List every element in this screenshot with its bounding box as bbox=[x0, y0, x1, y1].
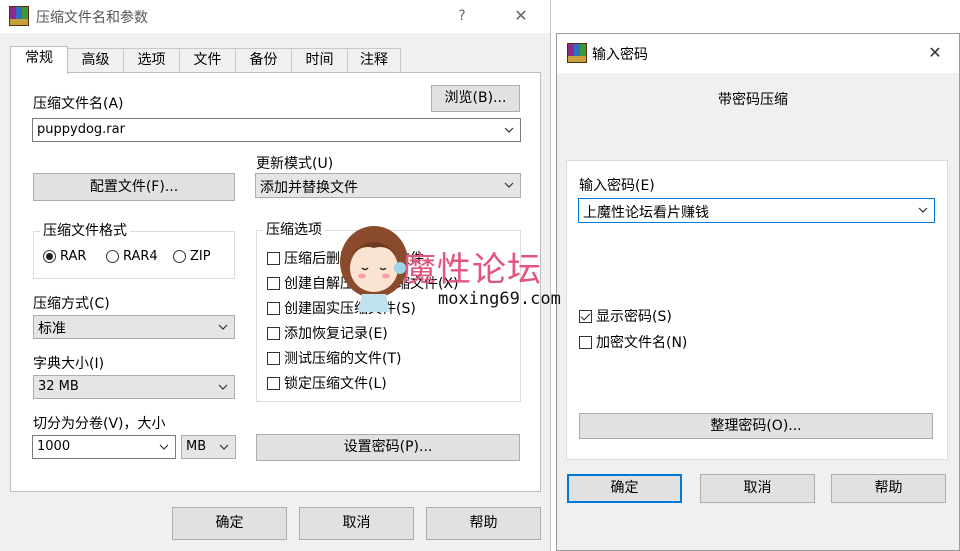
method-value: 标准 bbox=[38, 321, 66, 337]
profiles-button[interactable]: 配置文件(F)... bbox=[33, 173, 235, 201]
password-subtitle: 带密码压缩 bbox=[718, 92, 788, 108]
main-cancel-button[interactable]: 取消 bbox=[299, 507, 414, 540]
archive-options-title: 压缩选项 bbox=[263, 219, 325, 239]
method-label: 压缩方式(C) bbox=[33, 296, 110, 312]
tab-backup[interactable]: 备份 bbox=[235, 48, 292, 73]
radio-zip[interactable]: ZIP bbox=[173, 249, 211, 264]
radio-rar4[interactable]: RAR4 bbox=[106, 249, 158, 264]
checkbox-icon[interactable] bbox=[579, 335, 592, 349]
tab-options[interactable]: 选项 bbox=[123, 48, 180, 73]
radio-unselected-icon[interactable] bbox=[173, 250, 186, 263]
password-ok-button[interactable]: 确定 bbox=[567, 474, 682, 503]
tab-advanced[interactable]: 高级 bbox=[67, 48, 124, 73]
watermark-url: moxing69.com bbox=[438, 289, 561, 309]
checkbox-icon[interactable] bbox=[267, 351, 280, 365]
checkbox-icon[interactable] bbox=[267, 251, 280, 265]
main-ok-button[interactable]: 确定 bbox=[172, 507, 287, 540]
close-icon[interactable]: ✕ bbox=[922, 42, 948, 64]
help-icon[interactable]: ? bbox=[449, 5, 475, 27]
update-mode-label: 更新模式(U) bbox=[256, 156, 334, 172]
watermark-text: 魔性论坛 bbox=[402, 250, 542, 290]
checkbox-checked-icon[interactable] bbox=[579, 309, 592, 323]
chevron-down-icon[interactable] bbox=[216, 436, 232, 457]
checkbox-icon[interactable] bbox=[267, 301, 280, 315]
main-help-button[interactable]: 帮助 bbox=[426, 507, 541, 540]
method-select[interactable]: 标准 bbox=[33, 315, 235, 339]
tab-general[interactable]: 常规 bbox=[10, 46, 68, 74]
chevron-down-icon[interactable] bbox=[215, 316, 231, 337]
split-unit-select[interactable]: MB bbox=[181, 435, 236, 459]
option-test-files[interactable]: 测试压缩的文件(T) bbox=[267, 348, 401, 368]
enter-password-label: 输入密码(E) bbox=[579, 178, 655, 194]
archive-name-value: puppydog.rar bbox=[37, 122, 125, 137]
show-password-checkbox[interactable]: 显示密码(S) bbox=[579, 306, 672, 326]
chevron-down-icon[interactable] bbox=[215, 376, 231, 397]
update-mode-select[interactable]: 添加并替换文件 bbox=[255, 173, 521, 198]
dict-label: 字典大小(I) bbox=[33, 356, 105, 372]
option-recovery-record[interactable]: 添加恢复记录(E) bbox=[267, 323, 388, 343]
chevron-down-icon[interactable] bbox=[915, 199, 931, 220]
tab-time[interactable]: 时间 bbox=[291, 48, 348, 73]
password-titlebar[interactable]: 输入密码 ✕ bbox=[557, 34, 959, 73]
archive-format-title: 压缩文件格式 bbox=[40, 220, 130, 240]
split-unit-value: MB bbox=[186, 439, 207, 454]
organize-passwords-button[interactable]: 整理密码(O)... bbox=[579, 413, 933, 439]
checkbox-icon[interactable] bbox=[267, 376, 280, 390]
set-password-button[interactable]: 设置密码(P)... bbox=[256, 434, 520, 461]
checkbox-icon[interactable] bbox=[267, 326, 280, 340]
winrar-app-icon bbox=[567, 43, 587, 63]
archive-name-combo[interactable]: puppydog.rar bbox=[32, 118, 521, 142]
option-lock-archive[interactable]: 锁定压缩文件(L) bbox=[267, 373, 387, 393]
encrypt-names-checkbox[interactable]: 加密文件名(N) bbox=[579, 332, 687, 352]
split-label: 切分为分卷(V)，大小 bbox=[33, 416, 166, 432]
split-size-value: 1000 bbox=[37, 439, 71, 454]
dict-select[interactable]: 32 MB bbox=[33, 375, 235, 399]
radio-selected-icon[interactable] bbox=[43, 250, 56, 263]
radio-unselected-icon[interactable] bbox=[106, 250, 119, 263]
update-mode-value: 添加并替换文件 bbox=[260, 180, 358, 196]
checkbox-icon[interactable] bbox=[267, 276, 280, 290]
password-value: 上魔性论坛看片赚钱 bbox=[583, 205, 709, 221]
close-icon[interactable]: ✕ bbox=[508, 5, 534, 27]
winrar-app-icon bbox=[9, 6, 29, 26]
password-cancel-button[interactable]: 取消 bbox=[700, 474, 815, 503]
password-dialog-title: 输入密码 bbox=[592, 47, 648, 63]
enter-password-dialog: 输入密码 ✕ 带密码压缩 输入密码(E) 上魔性论坛看片赚钱 显示密码(S) 加… bbox=[556, 33, 960, 551]
main-dialog-title: 压缩文件名和参数 bbox=[36, 10, 148, 26]
main-titlebar[interactable]: 压缩文件名和参数 ? ✕ bbox=[0, 0, 550, 33]
radio-rar[interactable]: RAR bbox=[43, 249, 86, 264]
dict-value: 32 MB bbox=[38, 379, 79, 394]
tab-files[interactable]: 文件 bbox=[179, 48, 236, 73]
archive-name-label: 压缩文件名(A) bbox=[33, 96, 124, 112]
chevron-down-icon[interactable] bbox=[156, 436, 172, 457]
chevron-down-icon[interactable] bbox=[501, 174, 517, 195]
tab-comment[interactable]: 注释 bbox=[347, 48, 401, 73]
chevron-down-icon[interactable] bbox=[501, 119, 517, 140]
browse-button[interactable]: 浏览(B)... bbox=[431, 85, 520, 112]
split-size-combo[interactable]: 1000 bbox=[32, 435, 176, 459]
password-help-button[interactable]: 帮助 bbox=[831, 474, 946, 503]
password-input[interactable]: 上魔性论坛看片赚钱 bbox=[578, 198, 935, 223]
